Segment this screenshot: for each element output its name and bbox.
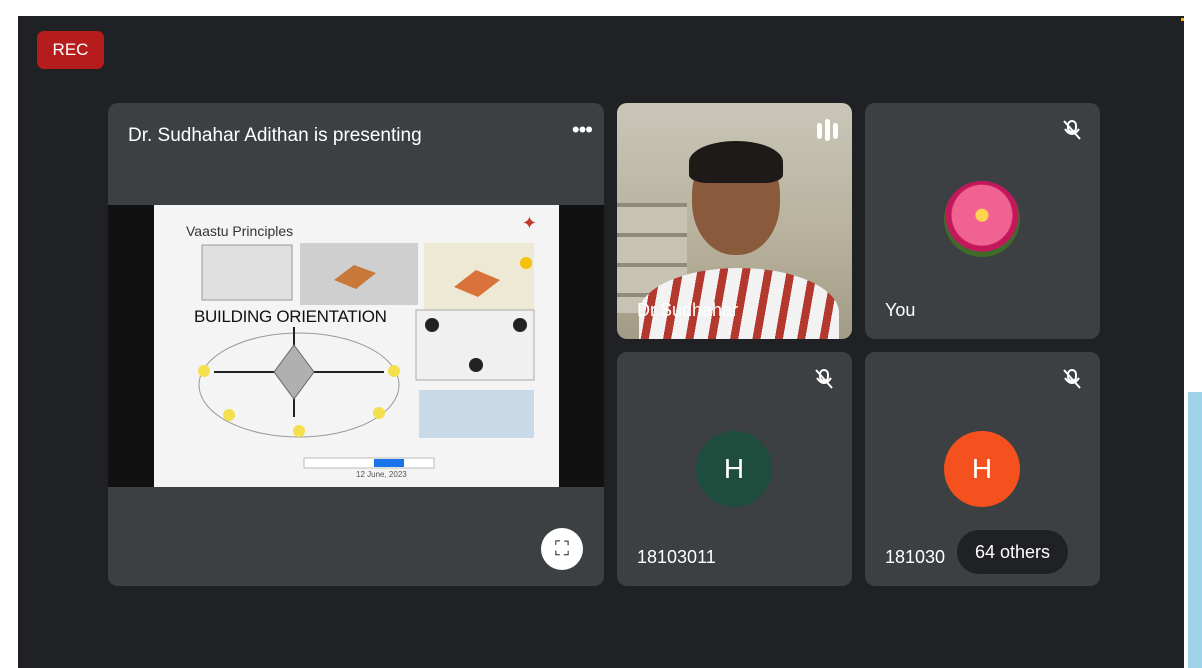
avatar-image [944, 181, 1020, 257]
slide-heading: BUILDING ORIENTATION [194, 307, 387, 326]
participant-tile-presenter[interactable]: Dr.Sudhahar [617, 103, 852, 339]
mic-off-icon [1062, 119, 1082, 146]
presenter-label: Dr. Sudhahar Adithan is presenting [128, 125, 422, 146]
recording-badge: REC [37, 31, 104, 69]
participant-name: 18103011 [637, 547, 716, 567]
participant-name: You [885, 300, 916, 320]
participant-tile-you[interactable]: You [865, 103, 1100, 339]
participant-name: 181030 [885, 547, 946, 567]
others-count-button[interactable]: 64 others [957, 530, 1069, 574]
participant-name: Dr.Sudhahar [637, 300, 739, 320]
presentation-tile[interactable]: Dr. Sudhahar Adithan is presenting ••• ✦… [108, 103, 604, 586]
side-panel-edge [1188, 392, 1202, 668]
mic-off-icon [1062, 368, 1082, 395]
participant-video-hair [689, 141, 783, 183]
participant-tile[interactable]: H 18103011 [617, 352, 852, 586]
fullscreen-icon: ⛶ [555, 538, 569, 560]
more-options-icon[interactable]: ••• [572, 117, 593, 143]
avatar: H [696, 431, 772, 507]
mic-off-icon [814, 368, 834, 395]
participant-tile[interactable]: H 181030 64 others [865, 352, 1100, 586]
presentation-slide: ✦ Vaastu Principles BUILDING ORIENTATION… [154, 205, 559, 487]
slide-date: 12 June, 2023 [356, 470, 407, 479]
fullscreen-button[interactable]: ⛶ [541, 528, 583, 570]
audio-level-icon [817, 119, 838, 141]
status-dot [1181, 18, 1184, 21]
slide-diagram [198, 243, 535, 469]
avatar: H [944, 431, 1020, 507]
shared-screen: ✦ Vaastu Principles BUILDING ORIENTATION… [108, 205, 604, 487]
